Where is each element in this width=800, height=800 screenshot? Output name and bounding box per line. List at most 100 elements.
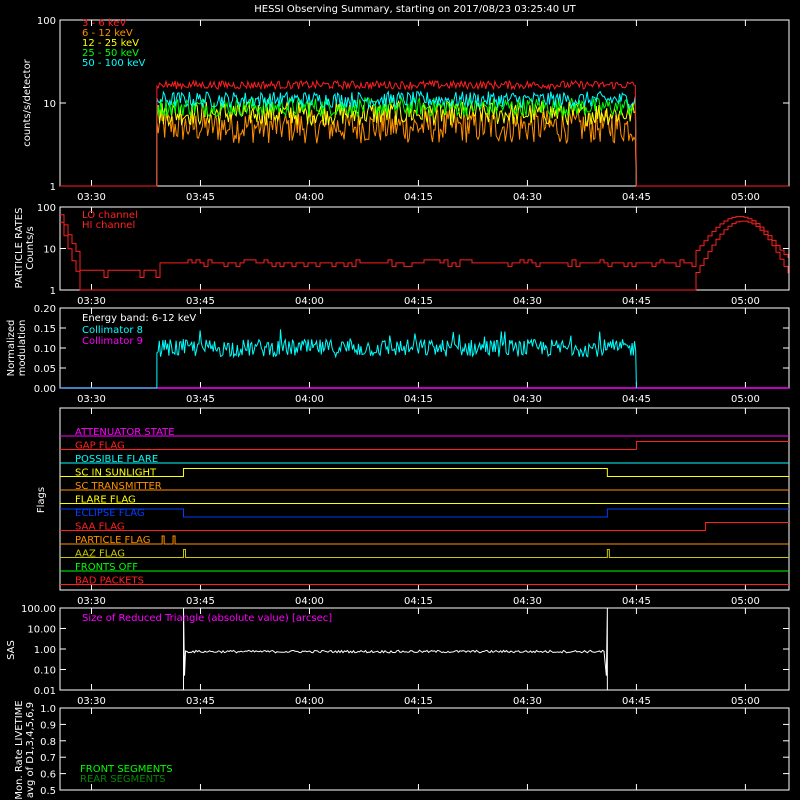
x-tick-label: 05:00	[731, 596, 760, 607]
x-tick-label: 04:30	[513, 696, 542, 707]
collimator-8-series	[60, 329, 637, 389]
y-tick-label: 1.0	[40, 704, 56, 715]
x-tick-label: 04:45	[622, 596, 651, 607]
flag-label: ECLIPSE FLAG	[75, 508, 145, 519]
particle-hi-series	[60, 220, 789, 291]
x-tick-label: 04:15	[404, 192, 433, 203]
x-tick-label: 03:30	[77, 596, 106, 607]
x-tick-label: 04:30	[513, 394, 542, 405]
flag-label: SC IN SUNLIGHT	[75, 468, 157, 479]
flag-label: GAP FLAG	[75, 441, 125, 452]
y-tick-label: 0.15	[34, 324, 56, 335]
flag-label: AAZ FLAG	[75, 549, 125, 560]
x-tick-label: 04:00	[295, 394, 324, 405]
flag-label: SC TRANSMITTER	[75, 481, 162, 492]
flag-line	[60, 535, 789, 545]
panel-frame-particle	[59, 206, 790, 291]
y-axis-label: PARTICLE RATES	[14, 208, 25, 289]
y-tick-label: 0.7	[40, 753, 56, 764]
y-axis-label: avg of D1,3,4,5,6,9	[25, 702, 36, 798]
y-tick-label: 0.9	[40, 720, 56, 731]
y-tick-label: 10.00	[27, 625, 56, 636]
y-tick-label: 100	[37, 203, 56, 214]
legend-item: 50 - 100 keV	[82, 58, 146, 69]
x-tick-label: 04:00	[295, 696, 324, 707]
y-tick-label: 100	[37, 16, 56, 27]
y-tick-label: 0.05	[34, 364, 56, 375]
x-tick-label: 03:30	[77, 192, 106, 203]
observing-summary: HESSI Observing Summary, starting on 201…	[0, 0, 800, 800]
x-tick-label: 04:15	[404, 296, 433, 307]
x-tick-label: 04:45	[622, 696, 651, 707]
x-tick-label: 04:30	[513, 596, 542, 607]
x-tick-label: 04:45	[622, 296, 651, 307]
summary-chart: HESSI Observing Summary, starting on 201…	[6, 4, 790, 800]
y-tick-label: 0.00	[34, 384, 56, 395]
x-tick-label: 03:30	[77, 696, 106, 707]
y-tick-label: 100.00	[21, 604, 56, 615]
y-tick-label: 0.01	[34, 686, 56, 697]
lightcurve-series-0	[60, 109, 789, 187]
flag-label: POSSIBLE FLARE	[75, 454, 158, 465]
x-tick-label: 03:30	[77, 296, 106, 307]
x-tick-label: 03:45	[186, 394, 215, 405]
y-tick-label: 0.6	[40, 770, 56, 781]
x-tick-label: 03:45	[186, 192, 215, 203]
x-tick-label: 04:00	[295, 296, 324, 307]
x-tick-label: 04:00	[295, 596, 324, 607]
x-tick-label: 05:00	[731, 394, 760, 405]
flag-label: PARTICLE FLAG	[75, 535, 151, 546]
particle-lo-series	[60, 214, 789, 278]
y-tick-label: 10	[43, 245, 56, 256]
y-tick-label: 0.8	[40, 737, 56, 748]
legend-item: Collimator 9	[82, 336, 143, 347]
flag-label: FRONTS OFF	[75, 562, 138, 573]
x-tick-label: 04:00	[295, 192, 324, 203]
x-tick-label: 04:45	[622, 394, 651, 405]
chart-title: HESSI Observing Summary, starting on 201…	[254, 4, 576, 15]
y-tick-label: 1	[50, 286, 56, 297]
y-axis-label: Flags	[36, 487, 47, 513]
flag-line	[60, 468, 789, 477]
x-tick-label: 05:00	[731, 296, 760, 307]
flag-line	[60, 508, 789, 518]
legend-title: Energy band: 6-12 keV	[82, 313, 196, 324]
x-tick-label: 04:15	[404, 596, 433, 607]
legend-item: REAR SEGMENTS	[80, 774, 166, 785]
y-tick-label: 0.20	[34, 304, 56, 315]
x-tick-label: 04:15	[404, 394, 433, 405]
flag-label: SAA FLAG	[75, 522, 125, 533]
lightcurve-series-4	[60, 79, 789, 187]
y-axis-label: Normalized	[6, 320, 17, 377]
flag-line	[60, 549, 789, 558]
legend-item: Collimator 8	[82, 325, 143, 336]
x-tick-label: 03:30	[77, 394, 106, 405]
flag-label: FLARE FLAG	[75, 495, 136, 506]
x-tick-label: 04:45	[622, 192, 651, 203]
x-tick-label: 04:30	[513, 296, 542, 307]
x-tick-label: 03:45	[186, 596, 215, 607]
y-axis-label: Mon. Rate LIVETIME	[14, 700, 25, 799]
y-axis-label: counts/s/detector	[22, 58, 33, 146]
x-tick-label: 05:00	[731, 696, 760, 707]
x-tick-label: 04:30	[513, 192, 542, 203]
y-tick-label: 1	[50, 182, 56, 193]
x-tick-label: 03:45	[186, 696, 215, 707]
legend-item: HI channel	[82, 220, 135, 231]
panel-frame-livetime	[59, 707, 790, 791]
x-tick-label: 05:00	[731, 192, 760, 203]
y-axis-label: modulation	[17, 320, 28, 377]
y-axis-label: Counts/s	[25, 226, 36, 270]
x-tick-label: 04:15	[404, 696, 433, 707]
flag-line	[60, 522, 789, 531]
flag-line	[60, 441, 789, 450]
y-tick-label: 10	[43, 99, 56, 110]
y-tick-label: 1.00	[34, 645, 56, 656]
x-tick-label: 03:45	[186, 296, 215, 307]
legend-item: Size of Reduced Triangle (absolute value…	[82, 613, 332, 624]
flag-label: BAD PACKETS	[75, 576, 144, 587]
flag-label: ATTENUATOR STATE	[75, 427, 175, 438]
lightcurve-series-2	[60, 96, 789, 187]
y-tick-label: 0.10	[34, 666, 56, 677]
y-tick-label: 0.10	[34, 344, 56, 355]
